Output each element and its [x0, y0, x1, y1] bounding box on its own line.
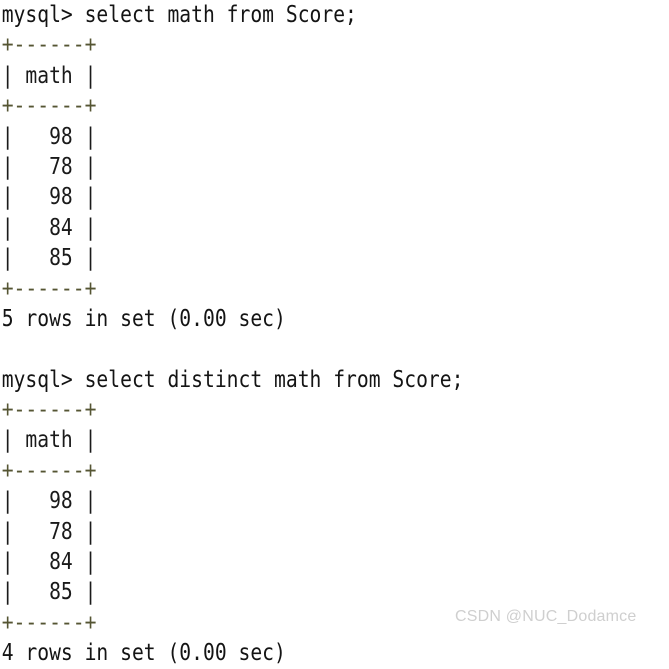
- csdn-watermark: CSDN @NUC_Dodamce: [455, 608, 637, 625]
- terminal-line-rowline: | math |: [1, 427, 97, 454]
- terminal-line-rowline: | 98 |: [1, 184, 97, 211]
- terminal-output[interactable]: mysql> select math from Score; +------+ | …: [0, 0, 669, 666]
- terminal-line-rowline: | 85 |: [1, 579, 97, 606]
- terminal-line-rowline: | 98 |: [1, 123, 97, 150]
- terminal-line-rowline: | 78 |: [1, 518, 97, 545]
- terminal-line-border: +------+: [1, 457, 97, 484]
- terminal-line-border: +------+: [1, 397, 97, 424]
- terminal-line-border: +------+: [1, 275, 97, 302]
- terminal-line-rowline: | 98 |: [1, 488, 97, 515]
- terminal-line-rowline: | math |: [1, 62, 97, 89]
- terminal-line-prompt: mysql> select math from Score;: [1, 2, 357, 28]
- terminal-line-border: +------+: [1, 93, 97, 120]
- terminal-line-prompt: mysql> select distinct math from Score;: [1, 366, 464, 393]
- terminal-line-status: 5 rows in set (0.00 sec): [1, 305, 286, 332]
- terminal-line-border: +------+: [1, 32, 97, 59]
- terminal-line-rowline: | 78 |: [1, 153, 97, 180]
- terminal-line-status: 4 rows in set (0.00 sec): [1, 640, 286, 667]
- terminal-line-rowline: | 84 |: [1, 549, 97, 576]
- terminal-line-rowline: | 85 |: [1, 245, 97, 272]
- terminal-line-rowline: | 84 |: [1, 214, 97, 241]
